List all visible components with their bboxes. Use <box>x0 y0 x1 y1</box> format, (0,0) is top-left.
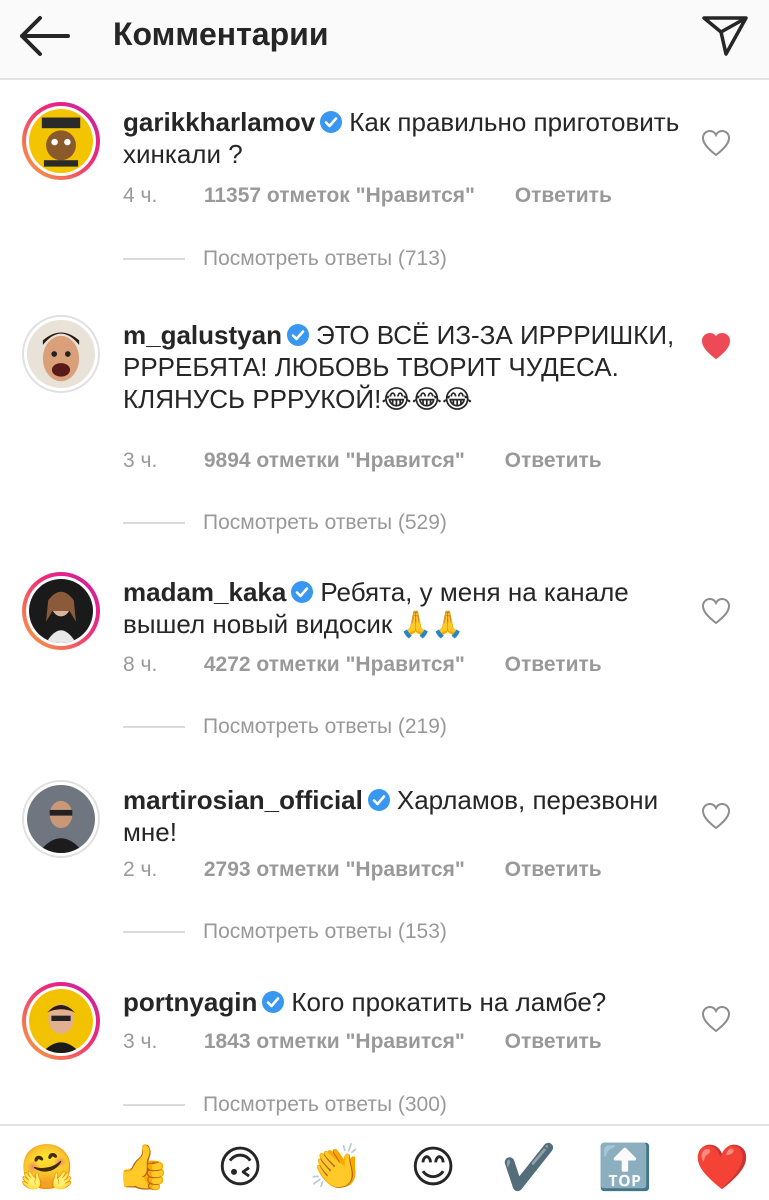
thumbs-up-emoji-button[interactable]: 👍 <box>115 1140 171 1196</box>
comment-meta: 8 ч. 4272 отметки "Нравится" Ответить <box>123 653 602 677</box>
comment-text: Кого прокатить на ламбе? <box>291 987 607 1017</box>
reply-button[interactable]: Ответить <box>505 449 602 472</box>
verified-badge-icon <box>262 991 285 1013</box>
likes-count[interactable]: 1843 отметки "Нравится" <box>204 1030 465 1053</box>
verified-badge-icon <box>320 111 343 133</box>
likes-count[interactable]: 2793 отметки "Нравится" <box>204 858 465 881</box>
heart-outline-icon[interactable] <box>700 128 732 158</box>
reply-button[interactable]: Ответить <box>505 653 602 676</box>
view-replies-button[interactable]: Посмотреть ответы (153) <box>123 920 447 950</box>
top-bar: Комментарии <box>0 0 769 80</box>
divider <box>123 522 185 525</box>
divider <box>123 1104 185 1107</box>
divider <box>123 258 185 261</box>
comment-meta: 3 ч. 9894 отметки "Нравится" Ответить <box>123 449 602 473</box>
verified-badge-icon <box>291 581 314 603</box>
paper-plane-icon[interactable] <box>700 12 750 58</box>
avatar[interactable] <box>22 102 100 180</box>
upside-down-face-emoji-button[interactable]: 🙃 <box>212 1140 268 1196</box>
username[interactable]: m_galustyan <box>123 320 282 350</box>
reply-button[interactable]: Ответить <box>515 184 612 207</box>
avatar[interactable] <box>22 315 100 393</box>
smiling-face-emoji-button[interactable]: 😊 <box>405 1140 461 1196</box>
comment-time: 3 ч. <box>123 1030 158 1053</box>
verified-badge-icon <box>286 324 309 346</box>
heart-outline-icon[interactable] <box>700 596 732 626</box>
comment-meta: 4 ч. 11357 отметок "Нравится" Ответить <box>123 184 612 208</box>
comment-time: 2 ч. <box>123 858 158 881</box>
heart-outline-icon[interactable] <box>700 1004 732 1034</box>
view-replies-button[interactable]: Посмотреть ответы (713) <box>123 247 447 277</box>
view-replies-button[interactable]: Посмотреть ответы (219) <box>123 715 447 745</box>
comment-meta: 2 ч. 2793 отметки "Нравится" Ответить <box>123 858 602 882</box>
heart-outline-icon[interactable] <box>700 801 732 831</box>
emoji-quick-bar: 🤗 👍 🙃 👏 😊 ✔️ 🔝 ❤️ <box>0 1124 769 1200</box>
username[interactable]: martirosian_official <box>123 785 363 815</box>
reply-button[interactable]: Ответить <box>505 858 602 881</box>
hugging-face-emoji-button[interactable]: 🤗 <box>19 1140 75 1196</box>
clapping-hands-emoji-button[interactable]: 👏 <box>308 1140 364 1196</box>
username[interactable]: portnyagin <box>123 987 257 1017</box>
comment-time: 4 ч. <box>123 184 158 207</box>
heart-filled-icon[interactable] <box>700 331 732 361</box>
view-replies-label: Посмотреть ответы (153) <box>203 920 447 943</box>
likes-count[interactable]: 4272 отметки "Нравится" <box>204 653 465 676</box>
avatar[interactable] <box>22 780 100 858</box>
view-replies-label: Посмотреть ответы (300) <box>203 1093 447 1116</box>
divider <box>123 931 185 934</box>
avatar[interactable] <box>22 982 100 1060</box>
arrow-left-icon[interactable] <box>18 14 72 58</box>
divider <box>123 726 185 729</box>
reply-button[interactable]: Ответить <box>505 1030 602 1053</box>
view-replies-label: Посмотреть ответы (529) <box>203 511 447 534</box>
page-title: Комментарии <box>113 16 329 52</box>
likes-count[interactable]: 9894 отметки "Нравится" <box>204 449 465 472</box>
red-heart-emoji-button[interactable]: ❤️ <box>694 1140 750 1196</box>
view-replies-button[interactable]: Посмотреть ответы (529) <box>123 511 447 541</box>
verified-badge-icon <box>367 789 390 811</box>
username[interactable]: madam_kaka <box>123 577 286 607</box>
likes-count[interactable]: 11357 отметок "Нравится" <box>204 184 475 207</box>
username[interactable]: garikkharlamov <box>123 107 315 137</box>
top-arrow-emoji-button[interactable]: 🔝 <box>597 1140 653 1196</box>
comment-time: 3 ч. <box>123 449 158 472</box>
view-replies-button[interactable]: Посмотреть ответы (300) <box>123 1093 447 1123</box>
view-replies-label: Посмотреть ответы (219) <box>203 715 447 738</box>
comment-meta: 3 ч. 1843 отметки "Нравится" Ответить <box>123 1030 602 1054</box>
check-mark-emoji-button[interactable]: ✔️ <box>501 1140 557 1196</box>
comment-time: 8 ч. <box>123 653 158 676</box>
view-replies-label: Посмотреть ответы (713) <box>203 247 447 270</box>
avatar[interactable] <box>22 572 100 650</box>
